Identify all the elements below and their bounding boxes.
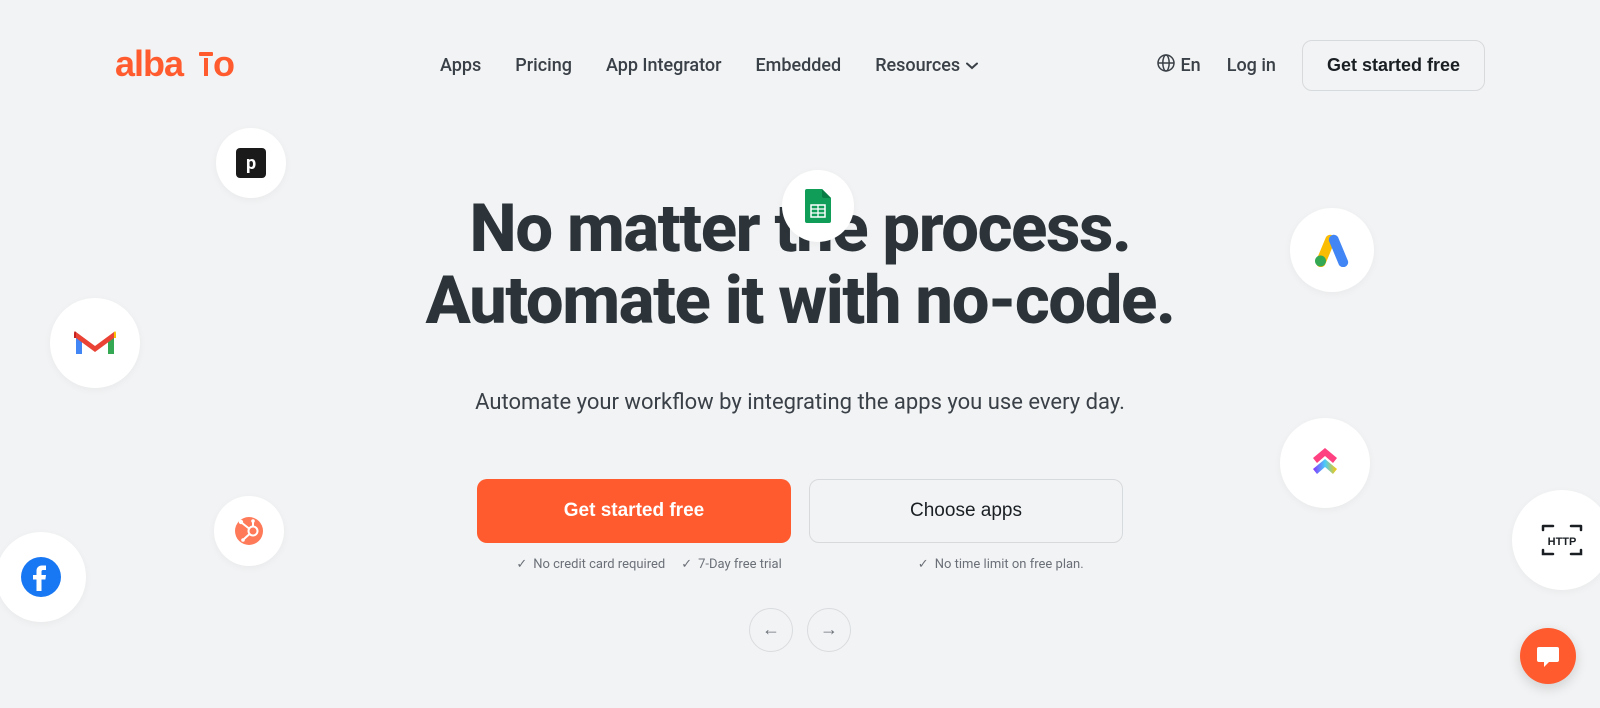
- app-icon-clickup: [1280, 418, 1370, 508]
- chat-widget-button[interactable]: [1520, 628, 1576, 684]
- language-selector[interactable]: En: [1157, 54, 1201, 77]
- get-started-button[interactable]: Get started free: [477, 479, 791, 543]
- app-icon-pipedrive: p: [216, 128, 286, 198]
- carousel-arrows: ← →: [0, 608, 1600, 652]
- nav-apps[interactable]: Apps: [440, 55, 481, 76]
- hubspot-icon: [235, 517, 263, 545]
- svg-text:alba: alba: [115, 48, 185, 84]
- clickup-icon: [1305, 443, 1345, 483]
- app-icon-facebook: [0, 532, 86, 622]
- note-no-card: ✓ No credit card required: [516, 557, 665, 572]
- check-icon: ✓: [681, 557, 692, 572]
- svg-text:o: o: [213, 48, 235, 84]
- choose-apps-button[interactable]: Choose apps: [809, 479, 1123, 543]
- app-icon-google-sheets: [782, 170, 854, 242]
- carousel-next-button[interactable]: →: [807, 608, 851, 652]
- gmail-icon: [72, 326, 118, 360]
- language-label: En: [1181, 55, 1201, 76]
- nav-embedded[interactable]: Embedded: [756, 55, 842, 76]
- nav-resources[interactable]: Resources: [875, 55, 978, 76]
- svg-text:HTTP: HTTP: [1548, 536, 1577, 548]
- nav-app-integrator[interactable]: App Integrator: [606, 55, 722, 76]
- nav-resources-label: Resources: [875, 55, 960, 76]
- check-icon: ✓: [918, 557, 929, 572]
- login-link[interactable]: Log in: [1227, 55, 1276, 76]
- app-icon-google-ads: [1290, 208, 1374, 292]
- facebook-icon: [21, 557, 61, 597]
- carousel-prev-button[interactable]: ←: [749, 608, 793, 652]
- nav-pricing[interactable]: Pricing: [515, 55, 572, 76]
- pipedrive-icon: p: [236, 148, 266, 178]
- arrow-left-icon: ←: [762, 619, 780, 640]
- google-sheets-icon: [805, 189, 831, 223]
- header: alba o Apps Pricing App Integrator Embed…: [0, 0, 1600, 91]
- google-ads-icon: [1313, 233, 1351, 267]
- note-trial: ✓ 7-Day free trial: [681, 557, 782, 572]
- hero-title-line2: Automate it with no-code.: [426, 262, 1175, 340]
- chevron-down-icon: [966, 59, 978, 73]
- app-icon-hubspot: [214, 496, 284, 566]
- http-icon: HTTP: [1537, 522, 1587, 558]
- main-nav: Apps Pricing App Integrator Embedded Res…: [440, 55, 978, 76]
- chat-icon: [1535, 643, 1561, 669]
- hero-subtitle: Automate your workflow by integrating th…: [0, 390, 1600, 415]
- globe-icon: [1157, 54, 1175, 77]
- header-right: En Log in Get started free: [1157, 40, 1485, 91]
- note-free-plan: ✓ No time limit on free plan.: [918, 557, 1084, 572]
- logo[interactable]: alba o: [115, 48, 280, 84]
- arrow-right-icon: →: [820, 619, 838, 640]
- check-icon: ✓: [516, 557, 527, 572]
- app-icon-gmail: [50, 298, 140, 388]
- get-started-header-button[interactable]: Get started free: [1302, 40, 1485, 91]
